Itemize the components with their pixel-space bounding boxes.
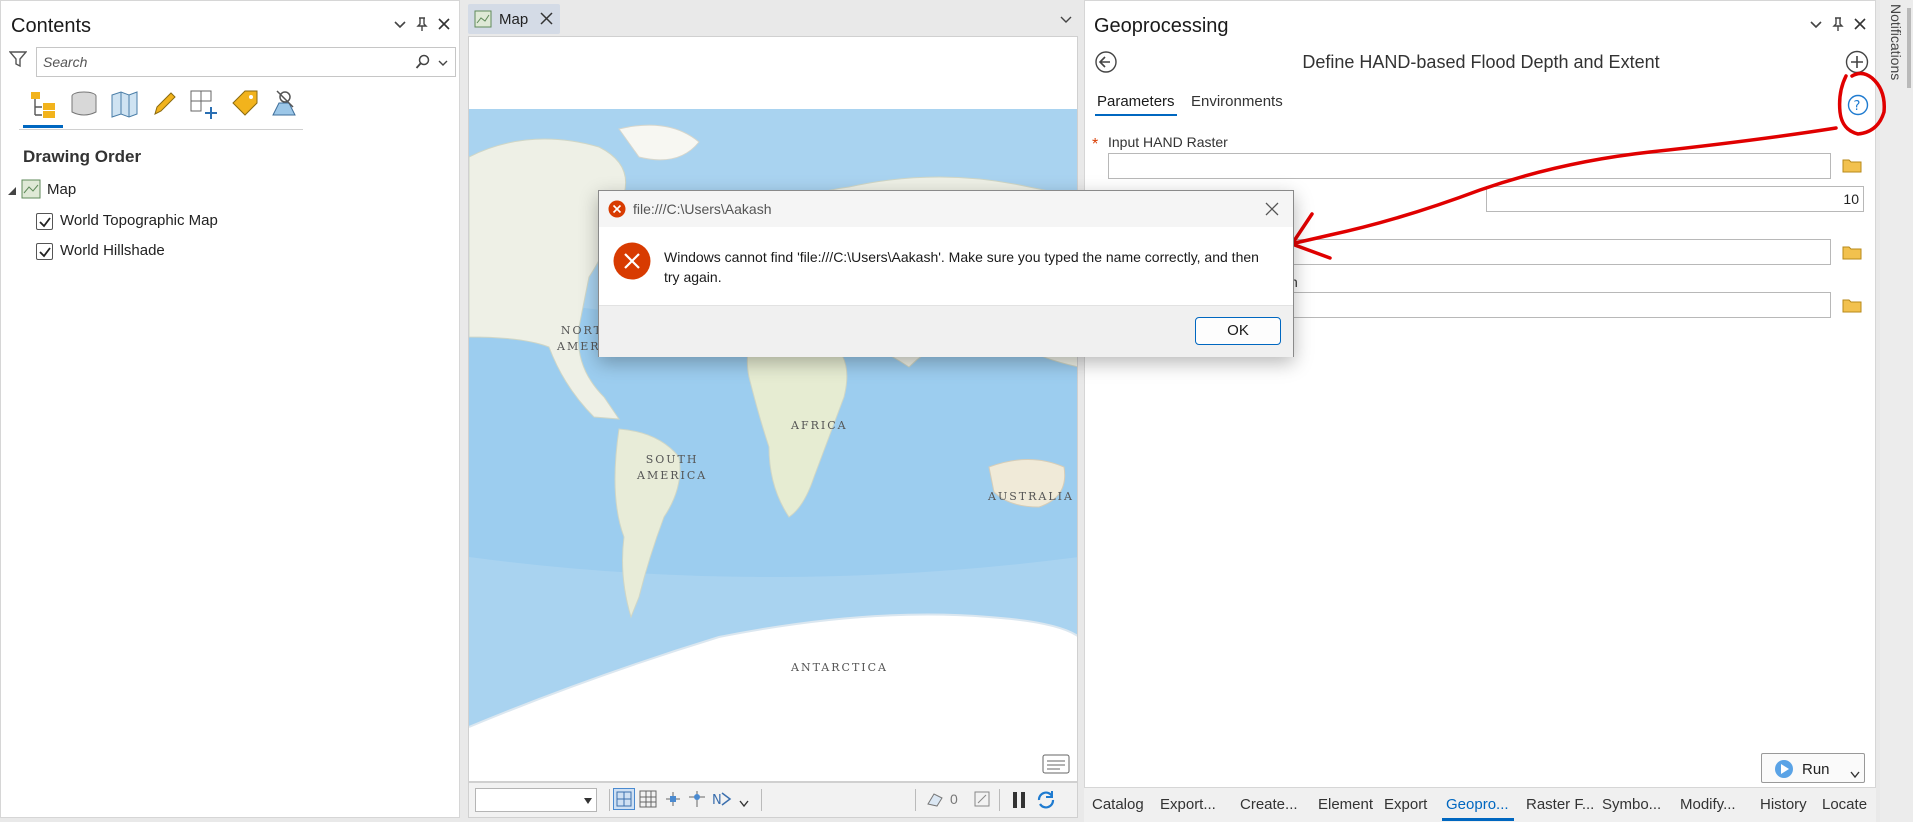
red-annotation-overlay xyxy=(1288,71,1886,260)
dialog-footer xyxy=(599,305,1293,357)
dialog-title-error-icon xyxy=(608,200,626,223)
dialog-close-icon[interactable] xyxy=(1265,202,1279,221)
dialog-titlebar: file:///C:\Users\Aakash xyxy=(599,191,1293,227)
ok-button[interactable]: OK xyxy=(1195,317,1281,345)
error-dialog: file:///C:\Users\Aakash Windows cannot f… xyxy=(598,190,1294,357)
dialog-error-icon xyxy=(613,242,651,285)
dialog-message: Windows cannot find 'file:///C:\Users\Aa… xyxy=(664,249,1259,285)
dialog-title: file:///C:\Users\Aakash xyxy=(633,201,772,217)
